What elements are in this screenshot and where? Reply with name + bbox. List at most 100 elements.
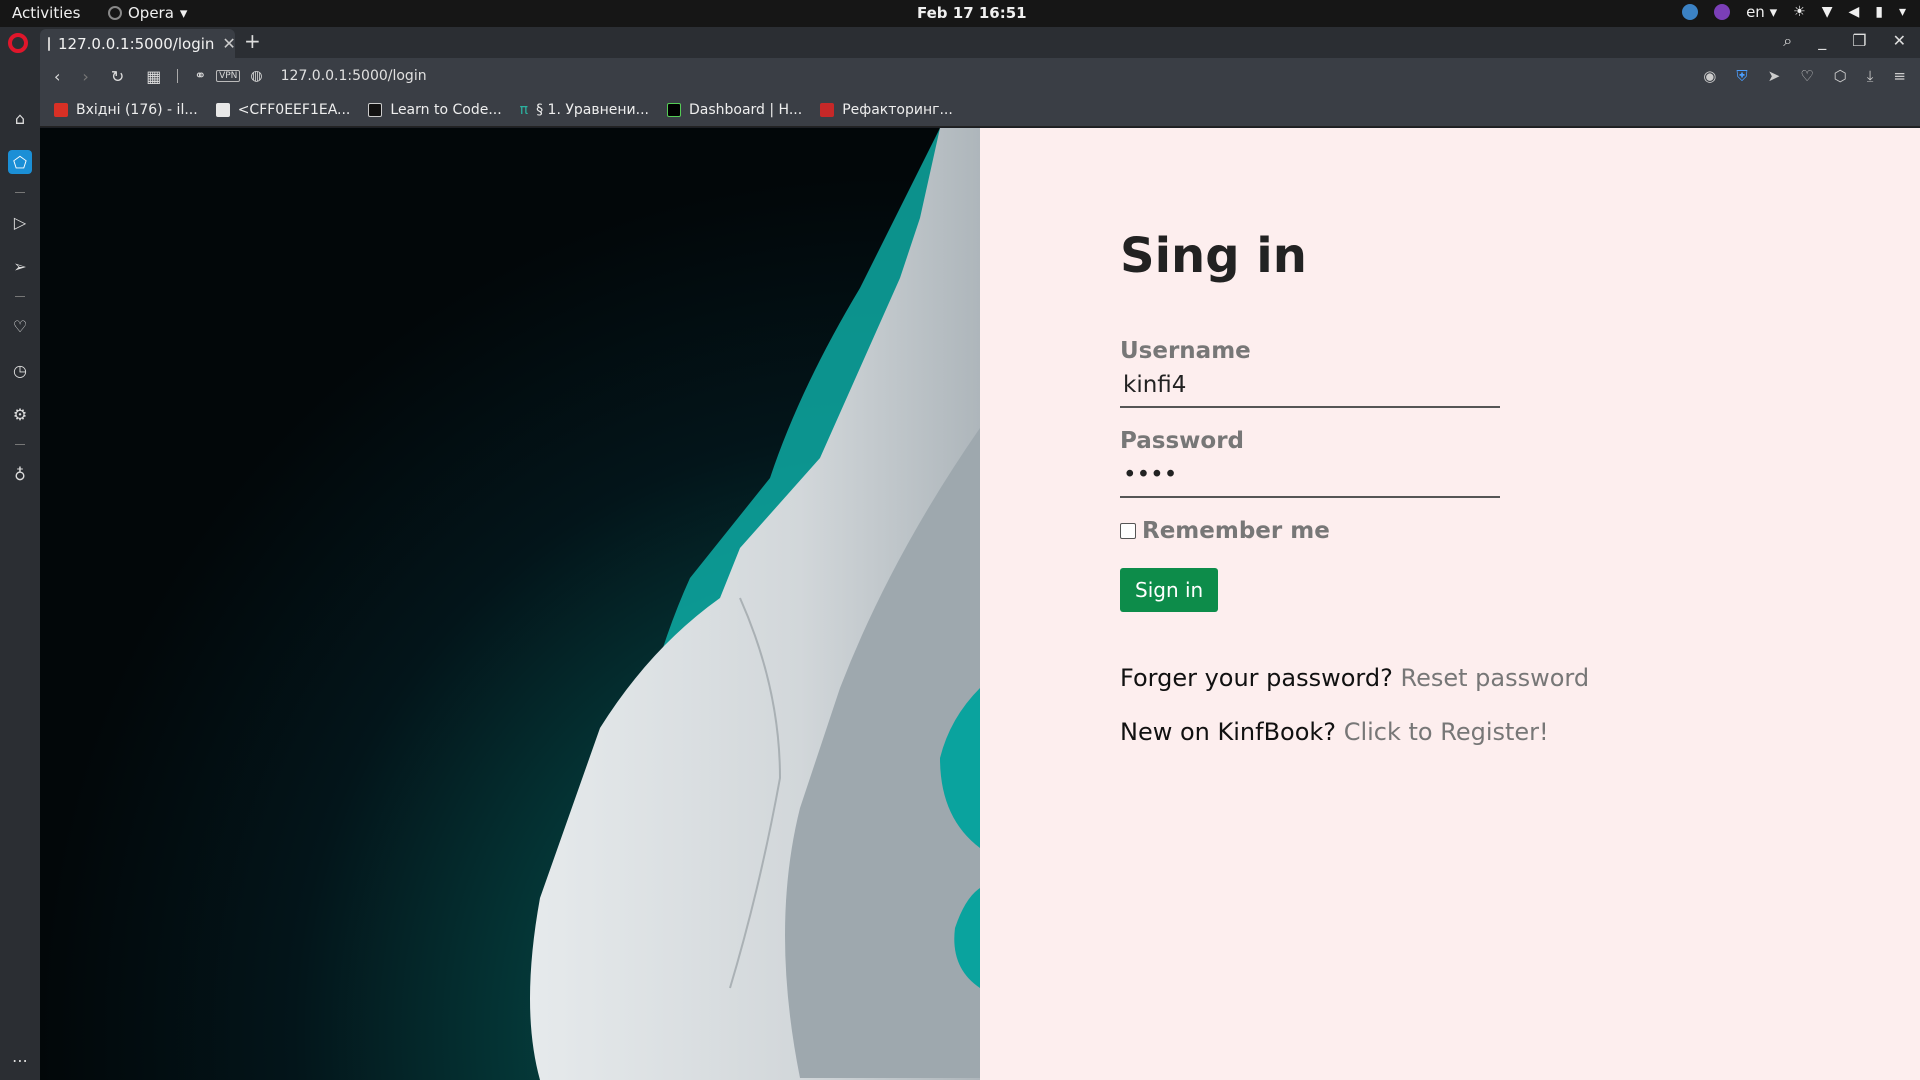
system-menu-chevron-icon[interactable]: ▾ <box>1899 4 1906 20</box>
clock[interactable]: Feb 17 16:51 <box>917 4 1027 22</box>
register-row: New on KinfBook? Click to Register! <box>1120 718 1680 746</box>
bookmark-label: Рефакторинг... <box>842 102 953 118</box>
globe-icon[interactable]: ◍ <box>250 68 262 84</box>
send-icon[interactable]: ➤ <box>1768 67 1781 85</box>
username-label: Username <box>1120 338 1251 364</box>
bookmark-item[interactable]: <CFF0EEF1EA... <box>215 102 351 118</box>
new-tab-button[interactable]: + <box>244 29 261 53</box>
divider <box>177 69 179 83</box>
messenger-app-icon[interactable] <box>1714 4 1731 20</box>
bookmark-item[interactable]: Learn to Code... <box>368 102 502 118</box>
link-icon[interactable]: ⚭ <box>194 68 206 84</box>
volume-icon[interactable]: ◀ <box>1848 4 1859 20</box>
shield-icon[interactable]: ⛨ <box>1736 67 1747 85</box>
navigation-buttons: ‹ › ↻ ▦ <box>54 67 161 86</box>
forgot-password-row: Forger your password? Reset password <box>1120 664 1680 692</box>
login-form: Sing in Username kinfi4 Password •••• Re… <box>1120 228 1680 746</box>
close-window-icon[interactable]: ✕ <box>1893 31 1906 51</box>
learn-to-code-icon <box>368 103 383 117</box>
language-selector[interactable]: en ▾ <box>1746 3 1777 21</box>
brightness-icon[interactable]: ☀ <box>1793 4 1806 20</box>
url-field[interactable]: 127.0.0.1:5000/login <box>281 68 427 84</box>
network-app-icon[interactable] <box>1682 4 1699 20</box>
bookmark-item[interactable]: Вхідні (176) - il... <box>54 102 198 118</box>
opera-sidebar: ⌂ ⬠ ▷ ➢ ♡ ◷ ⚙ ♁ ⋯ <box>0 58 40 1080</box>
dashboard-icon <box>666 103 681 117</box>
window-controls: ⌕ _ ❐ ✕ <box>1783 31 1906 51</box>
username-field[interactable]: kinfi4 <box>1120 364 1500 408</box>
register-link[interactable]: Click to Register! <box>1344 718 1549 746</box>
battery-icon[interactable]: ▮ <box>1875 4 1883 20</box>
wifi-icon[interactable]: ▼ <box>1822 4 1833 20</box>
vpn-badge[interactable]: VPN <box>216 70 241 82</box>
refactoring-icon <box>820 103 835 117</box>
address-badges: ⚭ VPN ◍ <box>194 68 262 84</box>
remember-me-label[interactable]: Remember me <box>1142 518 1330 544</box>
page-title: Sing in <box>1120 228 1307 284</box>
activities-button[interactable]: Activities <box>12 4 80 22</box>
bookmark-label: Вхідні (176) - il... <box>76 102 198 118</box>
camera-icon[interactable]: ◉ <box>1703 67 1716 85</box>
sign-in-button[interactable]: Sign in <box>1120 568 1219 612</box>
page-content: Sing in Username kinfi4 Password •••• Re… <box>40 128 1920 1080</box>
app-menu[interactable]: Opera ▾ <box>108 4 187 22</box>
forward-icon[interactable]: › <box>82 67 88 86</box>
opera-logo-icon[interactable] <box>8 33 28 53</box>
address-bar: ‹ › ↻ ▦ ⚭ VPN ◍ 127.0.0.1:5000/login ◉ ⛨… <box>40 58 1920 94</box>
remember-me-row: Remember me <box>1120 518 1680 544</box>
system-tray: en ▾ ☀ ▼ ◀ ▮ ▾ <box>1682 3 1906 21</box>
heart-icon[interactable]: ♡ <box>1800 67 1813 85</box>
bookmark-label: § 1. Уравнени... <box>536 102 649 118</box>
more-icon[interactable]: ⋯ <box>8 1048 32 1072</box>
speed-dial-icon[interactable]: ▦ <box>146 67 161 86</box>
gmail-icon <box>54 103 68 117</box>
heart-icon[interactable]: ♡ <box>8 314 32 338</box>
pi-icon: π <box>519 102 529 118</box>
back-icon[interactable]: ‹ <box>54 67 60 86</box>
bookmark-label: <CFF0EEF1EA... <box>237 102 351 118</box>
aria-icon[interactable]: ⬠ <box>8 150 32 174</box>
language-label: en <box>1746 3 1765 21</box>
tab-login[interactable]: 127.0.0.1:5000/login ✕ <box>40 29 236 58</box>
bookmark-item[interactable]: π § 1. Уравнени... <box>520 102 649 118</box>
minimize-icon[interactable]: _ <box>1818 31 1826 51</box>
bookmark-label: Dashboard | H... <box>688 102 803 118</box>
password-field[interactable]: •••• <box>1120 454 1500 498</box>
system-top-bar: Activities Opera ▾ Feb 17 16:51 en ▾ ☀ ▼… <box>0 0 1920 27</box>
tab-strip: 127.0.0.1:5000/login ✕ + ⌕ _ ❐ ✕ <box>0 27 1920 58</box>
reset-password-link[interactable]: Reset password <box>1401 664 1590 692</box>
player-icon[interactable]: ▷ <box>8 210 32 234</box>
settings-icon[interactable]: ⚙ <box>8 402 32 426</box>
cube-icon[interactable]: ⬡ <box>1834 67 1847 85</box>
restore-icon[interactable]: ❐ <box>1852 31 1866 51</box>
lightbulb-icon[interactable]: ♁ <box>8 462 32 486</box>
divider <box>15 296 25 297</box>
forgot-password-text: Forger your password? <box>1120 664 1393 692</box>
iceberg-illustration <box>40 128 980 1080</box>
reload-icon[interactable]: ↻ <box>111 67 124 86</box>
password-label: Password <box>1120 428 1244 454</box>
remember-me-checkbox[interactable] <box>1120 523 1136 539</box>
bookmark-item[interactable]: Рефакторинг... <box>820 102 953 118</box>
bookmark-item[interactable]: Dashboard | H... <box>666 102 803 118</box>
document-icon <box>215 103 230 117</box>
bookmarks-bar: Вхідні (176) - il... <CFF0EEF1EA... Lear… <box>40 94 1920 127</box>
tab-title: 127.0.0.1:5000/login <box>58 34 215 53</box>
search-tabs-icon[interactable]: ⌕ <box>1783 31 1792 51</box>
divider <box>15 192 25 193</box>
download-icon[interactable]: ⤓ <box>1867 67 1874 85</box>
chevron-down-icon: ▾ <box>179 4 188 22</box>
send-icon[interactable]: ➢ <box>8 254 32 278</box>
history-icon[interactable]: ◷ <box>8 358 32 382</box>
app-menu-label: Opera <box>128 4 174 22</box>
iceberg-photo <box>40 128 980 1080</box>
register-text: New on KinfBook? <box>1120 718 1337 746</box>
opera-ring-icon <box>108 6 122 20</box>
home-icon[interactable]: ⌂ <box>8 106 32 130</box>
menu-icon[interactable]: ≡ <box>1893 67 1906 85</box>
document-icon <box>48 36 50 51</box>
toolbar-right: ◉ ⛨ ➤ ♡ ⬡ ⤓ ≡ <box>1703 67 1906 85</box>
divider <box>15 444 25 445</box>
close-tab-icon[interactable]: ✕ <box>222 34 235 53</box>
login-panel: Sing in Username kinfi4 Password •••• Re… <box>980 128 1920 1080</box>
